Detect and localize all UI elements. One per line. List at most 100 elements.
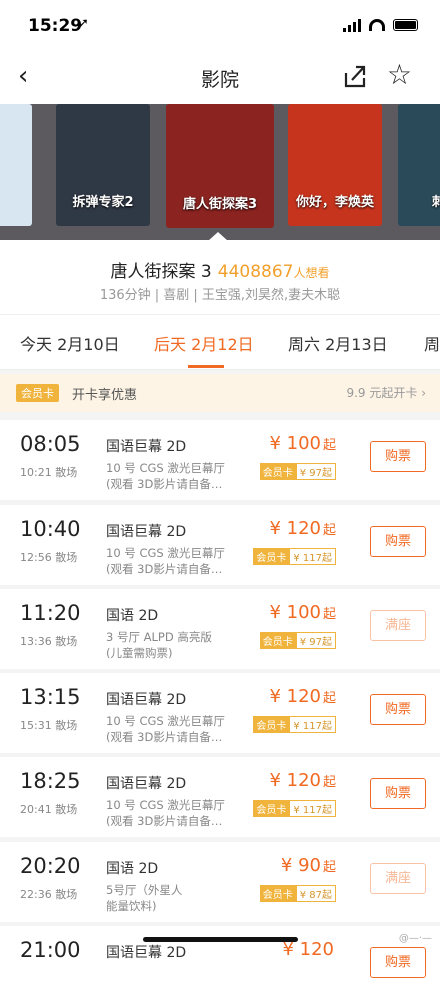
member-card-label: 会员卡: [259, 632, 296, 649]
price-value: ¥ 120: [282, 939, 334, 960]
hall-info: 10 号 CGS 激光巨幕厅 (观看 3D影片请自备…: [106, 545, 246, 577]
price-suffix: 起: [322, 438, 336, 453]
date-tab-selected[interactable]: 后天 2月12日: [154, 331, 254, 355]
poster-item[interactable]: 你好，李焕英: [288, 104, 382, 226]
member-price-value: ¥ 87起: [295, 885, 336, 902]
member-price-value: ¥ 97起: [295, 632, 336, 649]
end-time: 15:31 散场: [20, 719, 78, 732]
buy-ticket-button[interactable]: 购票: [370, 441, 426, 472]
member-badge: 会员卡: [16, 384, 59, 402]
poster-item-selected[interactable]: 唐人街探案3: [166, 104, 274, 228]
price: ¥ 100 起: [269, 433, 336, 454]
date-tab[interactable]: 今天 2月10日: [20, 331, 120, 355]
language-format: 国语巨幕 2D: [106, 524, 187, 540]
language-format: 国语 2D: [106, 608, 159, 624]
buy-ticket-button[interactable]: 购票: [370, 778, 426, 809]
end-time: 10:21 散场: [20, 466, 78, 479]
price-suffix: 起: [322, 523, 336, 538]
price: ¥ 120 起: [269, 770, 336, 791]
date-tab[interactable]: 周六 2月13日: [288, 331, 388, 355]
price-value: ¥ 90: [280, 855, 321, 876]
poster-title: 你好，李焕英: [295, 195, 374, 210]
price-suffix: 起: [322, 607, 336, 622]
hall-info: 10 号 CGS 激光巨幕厅 (观看 3D影片请自备…: [106, 713, 246, 745]
wifi-icon: [369, 19, 385, 31]
buy-ticket-button[interactable]: 购票: [370, 694, 426, 725]
showtime-row[interactable]: 20:20 22:36 散场 国语 2D 5号厅（外星人 能量饮料) ¥ 90 起会员卡 ¥ …: [0, 842, 440, 922]
end-time: 13:36 散场: [20, 635, 78, 648]
promo-text: 开卡享优惠: [72, 388, 138, 403]
hall-info: 3 号厅 ALPD 高亮版 (儿童需购票): [106, 629, 246, 661]
home-indicator: [143, 937, 298, 942]
price-value: ¥ 120: [269, 686, 321, 707]
end-time: 22:36 散场: [20, 888, 78, 901]
price-value: ¥ 100: [269, 602, 321, 623]
share-icon[interactable]: [342, 63, 368, 89]
showtime-row[interactable]: 18:25 20:41 散场 国语巨幕 2D 10 号 CGS 激光巨幕厅 (观看 3D…: [0, 757, 440, 837]
page-title: 影院: [200, 69, 239, 91]
member-price: 会员卡 ¥ 117起: [253, 800, 336, 817]
poster-item[interactable]: [0, 104, 32, 226]
buy-ticket-button[interactable]: 购票: [370, 526, 426, 557]
want-count: 4408867: [217, 262, 294, 282]
member-price-value: ¥ 117起: [289, 548, 336, 565]
battery-icon: [393, 19, 418, 31]
member-card-label: 会员卡: [253, 548, 290, 565]
hall-line: 3 号厅 ALPD 高亮版: [106, 630, 212, 644]
member-card-label: 会员卡: [259, 885, 296, 902]
hall-info: 5号厅（外星人 能量饮料): [106, 882, 246, 914]
start-time: 11:20: [20, 601, 81, 625]
member-card-label: 会员卡: [253, 800, 290, 817]
favorite-star-icon[interactable]: ☆: [387, 60, 412, 90]
showtime-row[interactable]: 10:40 12:56 散场 国语巨幕 2D 10 号 CGS 激光巨幕厅 (观看 3D…: [0, 505, 440, 585]
want-count-unit: 人想看: [293, 266, 330, 280]
hall-line: (观看 3D影片请自备…: [106, 814, 223, 828]
price-suffix: 起: [322, 691, 336, 706]
price: ¥ 120: [282, 939, 336, 960]
hall-line: 10 号 CGS 激光巨幕厅: [106, 461, 225, 475]
hall-line: 10 号 CGS 激光巨幕厅: [106, 546, 225, 560]
hall-line: (观看 3D影片请自备…: [106, 730, 223, 744]
promo-link[interactable]: 9.9 元起开卡 ›: [346, 384, 426, 401]
language-format: 国语巨幕 2D: [106, 776, 187, 792]
member-price: 会员卡 ¥ 97起: [259, 463, 336, 480]
language-format: 国语巨幕 2D: [106, 945, 187, 961]
hall-line: (观看 3D影片请自备…: [106, 477, 223, 491]
poster-item[interactable]: 刺杀: [398, 104, 440, 226]
price-value: ¥ 100: [269, 433, 321, 454]
start-time: 18:25: [20, 769, 81, 793]
member-card-promo[interactable]: 会员卡 开卡享优惠 9.9 元起开卡 ›: [0, 374, 440, 412]
poster-bg: [0, 104, 32, 226]
hall-line: (儿童需购票): [106, 646, 173, 660]
start-time: 20:20: [20, 854, 81, 878]
member-price-value: ¥ 117起: [289, 716, 336, 733]
movie-info: 唐人街探案 3 4408867人想看 136分钟 | 喜剧 | 王宝强,刘昊然,妻…: [0, 240, 440, 314]
status-bar: 15:29 ➚: [0, 0, 440, 50]
member-card-label: 会员卡: [253, 716, 290, 733]
member-price-value: ¥ 97起: [295, 463, 336, 480]
showtime-row[interactable]: 08:05 10:21 散场 国语巨幕 2D 10 号 CGS 激光巨幕厅 (观看 3D…: [0, 420, 440, 500]
status-time: 15:29: [28, 16, 83, 36]
date-tab[interactable]: 周: [424, 331, 440, 355]
language-format: 国语巨幕 2D: [106, 692, 187, 708]
price-value: ¥ 120: [269, 518, 321, 539]
location-arrow-icon: ➚: [78, 16, 89, 31]
movie-meta: 136分钟 | 喜剧 | 王宝强,刘昊然,妻夫木聪: [99, 288, 341, 303]
showtime-row[interactable]: 11:20 13:36 散场 国语 2D 3 号厅 ALPD 高亮版 (儿童需购票) ¥ …: [0, 589, 440, 669]
start-time: 08:05: [20, 432, 81, 456]
poster-item[interactable]: 拆弹专家2: [56, 104, 150, 226]
hall-line: (观看 3D影片请自备…: [106, 562, 223, 576]
nav-bar: ‹ 影院 ☆: [0, 50, 440, 104]
poster-carousel[interactable]: 拆弹专家2 唐人街探案3 你好，李焕英 刺杀: [0, 104, 440, 240]
price: ¥ 100 起: [269, 602, 336, 623]
start-time: 10:40: [20, 517, 81, 541]
movie-title: 唐人街探案 3: [110, 262, 212, 282]
price: ¥ 120 起: [269, 686, 336, 707]
poster-title: 刺杀: [431, 195, 440, 210]
member-price-value: ¥ 117起: [289, 800, 336, 817]
member-price: 会员卡 ¥ 117起: [253, 548, 336, 565]
showtime-row[interactable]: 13:15 15:31 散场 国语巨幕 2D 10 号 CGS 激光巨幕厅 (观看 3D…: [0, 673, 440, 753]
price-suffix: 起: [322, 775, 336, 790]
language-format: 国语巨幕 2D: [106, 439, 187, 455]
hall-info: 10 号 CGS 激光巨幕厅 (观看 3D影片请自备…: [106, 460, 246, 492]
